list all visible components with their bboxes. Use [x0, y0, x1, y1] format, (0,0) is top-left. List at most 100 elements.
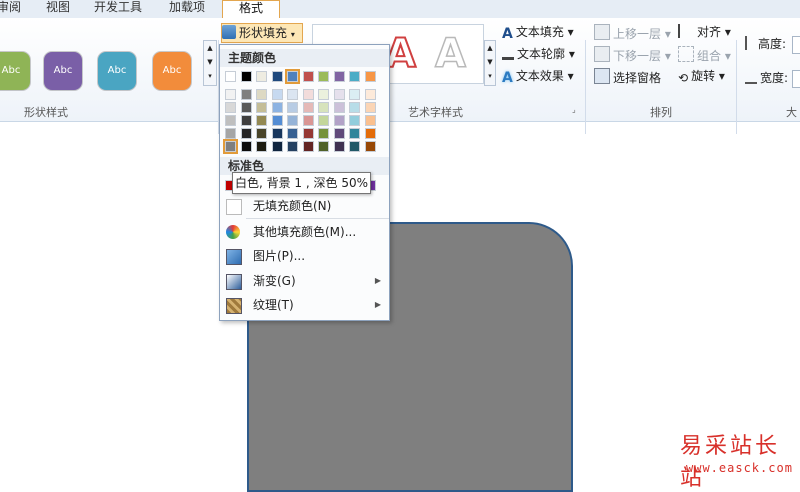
height-input[interactable]: [792, 36, 800, 54]
theme-shade-cell[interactable]: [240, 128, 252, 139]
theme-shade-cell[interactable]: [302, 115, 314, 126]
theme-shade-cell[interactable]: [349, 141, 360, 152]
theme-shade-cell[interactable]: [364, 141, 376, 152]
theme-shade-cell[interactable]: [318, 89, 329, 100]
theme-shade-cell[interactable]: [240, 102, 252, 113]
theme-shade-cell[interactable]: [287, 128, 298, 139]
theme-shade-cell[interactable]: [333, 89, 345, 100]
text-effects-button[interactable]: A 文本效果 ▾: [502, 68, 574, 86]
theme-shade-cell[interactable]: [256, 89, 267, 100]
theme-color-cell[interactable]: [349, 71, 360, 82]
wordart-gray-outline-icon[interactable]: A: [434, 30, 466, 78]
text-fill-button[interactable]: A 文本填充 ▾: [502, 24, 574, 42]
shape-fill-button[interactable]: 形状填充 ▾: [221, 23, 303, 43]
tab-review[interactable]: 审阅: [0, 0, 22, 18]
theme-color-cell[interactable]: [225, 71, 236, 82]
dialog-launcher-icon[interactable]: ⌟: [572, 105, 576, 114]
theme-shade-cell[interactable]: [333, 128, 345, 139]
theme-shade-cell[interactable]: [225, 115, 236, 126]
rotate-button[interactable]: ⟲ 旋转 ▾: [678, 68, 725, 85]
texture-fill-item[interactable]: 纹理(T) ▶: [220, 294, 389, 316]
theme-shade-cell[interactable]: [302, 89, 314, 100]
theme-shade-cell[interactable]: [256, 141, 267, 152]
theme-shade-cell[interactable]: [364, 89, 376, 100]
shape-style-teal[interactable]: Abc: [98, 52, 136, 90]
group-button[interactable]: 组合 ▾: [678, 46, 731, 64]
theme-shade-cell[interactable]: [333, 102, 345, 113]
selection-pane-button[interactable]: 选择窗格: [594, 68, 661, 86]
theme-shade-cell[interactable]: [225, 89, 236, 100]
theme-shade-cell[interactable]: [302, 141, 314, 152]
width-input[interactable]: [792, 70, 800, 88]
picture-fill-item[interactable]: 图片(P)...: [220, 245, 389, 267]
gradient-fill-item[interactable]: 渐变(G) ▶: [220, 270, 389, 292]
send-backward-button[interactable]: 下移一层 ▾: [594, 46, 671, 64]
theme-shade-cell[interactable]: [271, 102, 283, 113]
theme-shade-cell[interactable]: [318, 141, 329, 152]
theme-shade-cell[interactable]: [225, 102, 236, 113]
group-label-wordart: 艺术字样式: [408, 106, 463, 119]
theme-shade-cell[interactable]: [318, 115, 329, 126]
tab-addins[interactable]: 加载项: [164, 0, 210, 18]
theme-shade-cell[interactable]: [302, 102, 314, 113]
theme-shade-cell[interactable]: [333, 141, 345, 152]
theme-shade-cell[interactable]: [287, 115, 298, 126]
theme-shade-cell[interactable]: [271, 128, 283, 139]
theme-color-cell[interactable]: [256, 71, 267, 82]
theme-shade-cell[interactable]: [256, 115, 267, 126]
group-label-arrange: 排列: [650, 106, 672, 119]
bring-forward-button[interactable]: 上移一层 ▾: [594, 24, 671, 42]
theme-color-cell[interactable]: [302, 71, 314, 82]
theme-shade-cell[interactable]: [302, 128, 314, 139]
theme-shade-cell[interactable]: [271, 115, 283, 126]
shape-style-purple[interactable]: Abc: [44, 52, 82, 90]
shape-style-orange[interactable]: Abc: [153, 52, 191, 90]
more-fill-label: 其他填充颜色(M)...: [253, 225, 357, 239]
theme-shade-cell[interactable]: [349, 115, 360, 126]
theme-shade-cell[interactable]: [271, 89, 283, 100]
theme-shade-cell[interactable]: [240, 89, 252, 100]
theme-shade-cell[interactable]: [256, 128, 267, 139]
theme-shade-cell[interactable]: [318, 128, 329, 139]
theme-color-cell[interactable]: [285, 69, 300, 84]
more-fill-colors-item[interactable]: 其他填充颜色(M)...: [220, 221, 389, 243]
paint-bucket-icon: [222, 25, 236, 39]
theme-shade-cell[interactable]: [271, 141, 283, 152]
theme-shade-cell[interactable]: [349, 89, 360, 100]
theme-shade-cell[interactable]: [223, 139, 238, 154]
theme-color-cell[interactable]: [333, 71, 345, 82]
theme-shade-cell[interactable]: [364, 102, 376, 113]
tab-format[interactable]: 格式: [222, 0, 280, 19]
width-label-row: 宽度:: [745, 70, 788, 86]
text-outline-button[interactable]: 文本轮廓 ▾: [502, 46, 575, 62]
theme-color-cell[interactable]: [240, 71, 252, 82]
theme-shade-cell[interactable]: [256, 102, 267, 113]
theme-shade-cell[interactable]: [364, 115, 376, 126]
tab-view[interactable]: 视图: [40, 0, 76, 18]
text-fill-icon: A: [502, 26, 513, 42]
wordart-gallery-scroll[interactable]: ▲ ▼ ▾: [484, 40, 496, 86]
theme-shade-cell[interactable]: [364, 128, 376, 139]
align-button[interactable]: 对齐 ▾: [678, 24, 731, 40]
theme-shade-cell[interactable]: [287, 89, 298, 100]
theme-shade-cell[interactable]: [349, 102, 360, 113]
theme-shade-cell[interactable]: [349, 128, 360, 139]
theme-shade-cell[interactable]: [287, 141, 298, 152]
theme-color-cell[interactable]: [271, 71, 283, 82]
theme-shade-cell[interactable]: [240, 141, 252, 152]
theme-color-cell[interactable]: [318, 71, 329, 82]
text-fill-label: 文本填充: [515, 25, 564, 39]
no-fill-item[interactable]: 无填充颜色(N): [220, 195, 389, 217]
tab-developer[interactable]: 开发工具: [90, 0, 146, 18]
height-label-row: 高度:: [745, 36, 786, 52]
theme-shade-cell[interactable]: [287, 102, 298, 113]
theme-shade-cell[interactable]: [333, 115, 345, 126]
theme-shade-cell[interactable]: [225, 128, 236, 139]
theme-color-cell[interactable]: [364, 71, 376, 82]
theme-shade-cell[interactable]: [318, 102, 329, 113]
group-label: 组合: [697, 49, 722, 63]
shape-style-green[interactable]: Abc: [0, 52, 30, 90]
style-gallery-scroll[interactable]: ▲ ▼ ▾: [203, 40, 217, 86]
theme-shade-cell[interactable]: [240, 115, 252, 126]
gradient-label: 渐变(G): [253, 274, 296, 288]
